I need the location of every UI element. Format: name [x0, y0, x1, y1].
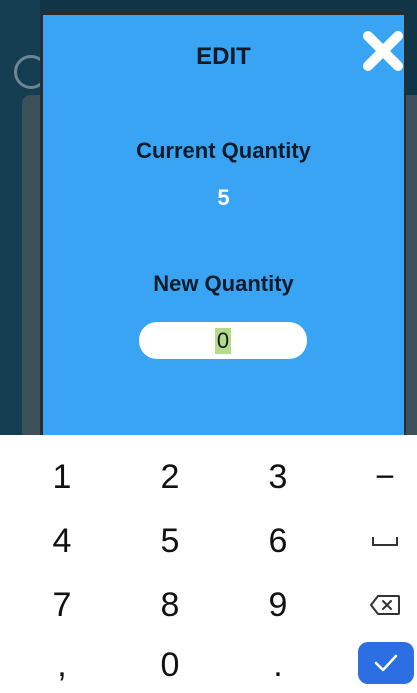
- dialog-title: EDIT: [196, 43, 251, 70]
- key-2[interactable]: 2: [120, 447, 220, 507]
- close-button[interactable]: [361, 29, 405, 73]
- close-icon: [363, 31, 403, 71]
- key-1[interactable]: 1: [12, 447, 112, 507]
- current-quantity-value: 5: [217, 185, 230, 210]
- new-quantity-label: New Quantity: [153, 271, 294, 296]
- key-7[interactable]: 7: [12, 575, 112, 635]
- check-icon: [374, 654, 398, 672]
- key-8[interactable]: 8: [120, 575, 220, 635]
- key-9[interactable]: 9: [228, 575, 328, 635]
- current-quantity-label: Current Quantity: [136, 138, 311, 163]
- done-button[interactable]: [358, 642, 414, 684]
- new-quantity-value: 0: [214, 327, 232, 354]
- new-quantity-input[interactable]: 0: [139, 322, 307, 359]
- backspace-key[interactable]: [355, 575, 415, 635]
- background-card-left: [22, 95, 42, 435]
- key-3[interactable]: 3: [228, 447, 328, 507]
- space-key[interactable]: [355, 511, 415, 571]
- edit-dialog: EDIT Current Quantity 5 New Quantity 0: [40, 12, 406, 435]
- backspace-icon: [370, 595, 400, 615]
- background-card-right: [405, 95, 417, 435]
- key-5[interactable]: 5: [120, 511, 220, 571]
- key-6[interactable]: 6: [228, 511, 328, 571]
- key-period[interactable]: .: [228, 635, 328, 693]
- key-4[interactable]: 4: [12, 511, 112, 571]
- space-icon: [372, 537, 398, 546]
- key-0[interactable]: 0: [120, 635, 220, 693]
- numeric-keyboard: 1 2 3 − 4 5 6 7 8 9 , 0 .: [0, 435, 417, 693]
- key-comma[interactable]: ,: [12, 635, 112, 693]
- key-minus[interactable]: −: [355, 447, 415, 507]
